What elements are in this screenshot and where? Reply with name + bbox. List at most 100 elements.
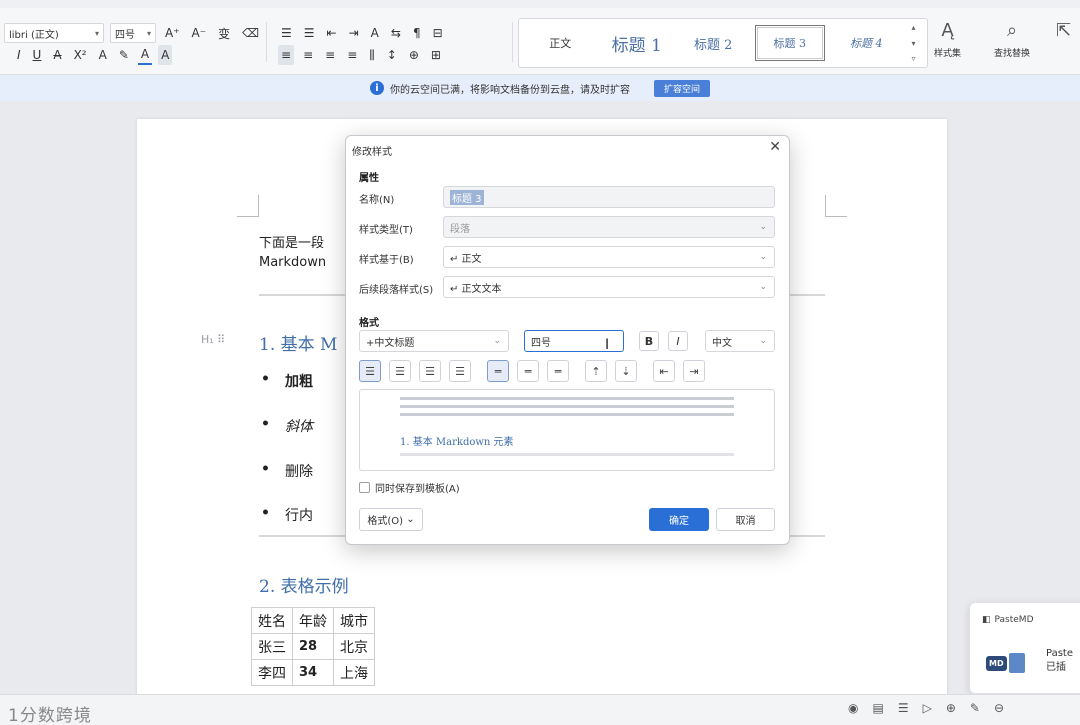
text-direction-button[interactable]: A [368, 23, 382, 43]
format-menu-button[interactable]: 格式(O) ⌄ [359, 508, 423, 531]
close-icon[interactable]: ✕ [769, 139, 781, 155]
indent-icon: ⇥ [689, 364, 699, 378]
italic-button[interactable]: I [14, 45, 24, 65]
heading-table-example: 2. 表格示例 [259, 577, 349, 597]
highlight-button[interactable]: ✎ [116, 45, 132, 65]
outline-view-icon[interactable]: ☰ [898, 701, 909, 715]
font-name-select[interactable]: libri (正文) ▾ [4, 23, 104, 43]
pen-icon[interactable]: ✎ [970, 701, 980, 715]
style-heading-4[interactable]: 标题 4 [831, 25, 902, 61]
text-effect-button[interactable]: A [96, 45, 110, 65]
status-bar: 1分数跨境 ◉ ▤ ☰ ▷ ⊕ ✎ ⊖ [0, 694, 1080, 725]
style-heading-3[interactable]: 标题 3 [754, 25, 825, 61]
line-spacing-button[interactable]: ↕ [384, 45, 400, 65]
grow-font-button[interactable]: A⁺ [162, 23, 183, 43]
based-on-select[interactable]: ↵ 正文 ⌄ [443, 246, 775, 268]
justify-button[interactable]: ≡ [344, 45, 360, 65]
style-set-button[interactable]: Ą 样式集 [934, 20, 961, 59]
font-size-select[interactable]: 四号 ▾ [110, 23, 156, 43]
bold-button[interactable]: B [639, 331, 659, 351]
heading-drag-handle[interactable]: H₁ ⠿ [201, 333, 225, 346]
align-left-button[interactable]: ☰ [359, 360, 381, 382]
format-font-select[interactable]: +中文标题 ⌄ [359, 330, 509, 352]
align-center-button[interactable]: ≡ [300, 45, 316, 65]
checkbox-box[interactable] [359, 482, 370, 493]
numbered-list-button[interactable]: ☰ [301, 23, 318, 43]
next-style-select[interactable]: ↵ 正文文本 ⌄ [443, 276, 775, 298]
shading-button[interactable]: ⊕ [406, 45, 422, 65]
strikethrough-button[interactable]: A [50, 45, 64, 65]
space-after-button[interactable]: ⇣ [615, 360, 637, 382]
increase-indent-button[interactable]: ⇥ [683, 360, 705, 382]
language-select[interactable]: 中文 ⌄ [705, 330, 775, 352]
style-heading-2[interactable]: 标题 2 [678, 25, 749, 61]
cancel-button[interactable]: 取消 [716, 508, 775, 531]
pastemd-notification[interactable]: ◧ PasteMD MD Paste 已插 [969, 602, 1080, 694]
decrease-indent-button[interactable]: ⇤ [324, 23, 340, 43]
font-color-button[interactable]: A [137, 45, 153, 65]
increase-indent-button[interactable]: ⇥ [346, 23, 362, 43]
page-view-icon[interactable]: ▤ [872, 701, 883, 715]
style-normal[interactable]: 正文 [525, 25, 596, 61]
char-shading-button[interactable]: A [158, 45, 173, 65]
web-view-icon[interactable]: ⊕ [946, 701, 956, 715]
shrink-font-button[interactable]: A⁻ [189, 23, 210, 43]
decrease-indent-button[interactable]: ⇤ [653, 360, 675, 382]
show-marks-button[interactable]: ¶ [410, 23, 424, 43]
sort-button[interactable]: ⇆ [388, 23, 404, 43]
align-right-button[interactable]: ☰ [419, 360, 441, 382]
section-properties: 属性 [359, 173, 379, 184]
expand-icon[interactable]: ▿ [912, 54, 922, 63]
align-center-button[interactable]: ☰ [389, 360, 411, 382]
play-icon[interactable]: ▷ [923, 701, 932, 715]
align-left-button[interactable]: ≡ [278, 45, 295, 65]
distribute-button[interactable]: ⫼ [366, 45, 378, 65]
table-cell[interactable]: 李四 [251, 659, 293, 686]
table-cell[interactable]: 张三 [251, 633, 293, 660]
pastemd-logo: MD [986, 649, 1030, 677]
status-icons: ◉ ▤ ☰ ▷ ⊕ ✎ ⊖ [848, 701, 1004, 715]
ribbon-separator [266, 22, 267, 62]
table-cell[interactable]: 28 [292, 633, 334, 660]
chevron-up-icon[interactable]: ▴ [912, 23, 922, 32]
save-to-template-checkbox[interactable]: 同时保存到模板(A) [359, 480, 460, 495]
table-row: 姓名 年龄 城市 [251, 607, 375, 634]
table-border-button[interactable]: ⊟ [430, 23, 446, 43]
change-case-button[interactable]: 变 [215, 23, 233, 43]
find-replace-button[interactable]: ⌕ 查找替换 [994, 20, 1030, 59]
one-half-spacing-button[interactable]: ═ [517, 360, 539, 382]
space-before-button[interactable]: ⇡ [585, 360, 607, 382]
justify-button[interactable]: ☰ [449, 360, 471, 382]
ok-button[interactable]: 确定 [649, 508, 709, 531]
clear-format-button[interactable]: ⌫ [239, 23, 262, 43]
table-header-cell[interactable]: 姓名 [251, 607, 293, 634]
table-cell[interactable]: 34 [292, 659, 334, 686]
table-cell[interactable]: 北京 [333, 633, 375, 660]
chevron-down-icon: ⌄ [759, 222, 767, 232]
eye-icon[interactable]: ◉ [848, 701, 858, 715]
doc-table[interactable]: 姓名 年龄 城市 张三 28 北京 李四 34 上海 [251, 607, 375, 686]
borders-button[interactable]: ⊞ [428, 45, 444, 65]
chevron-down-icon: ⌄ [493, 336, 501, 346]
select-button[interactable]: ⇱ [1056, 20, 1071, 42]
table-row: 张三 28 北京 [251, 633, 375, 660]
table-header-cell[interactable]: 城市 [333, 607, 375, 634]
style-name-input[interactable]: 标题 3 [443, 186, 775, 208]
cloud-storage-notice: i 你的云空间已满，将影响文档备份到云盘，请及时扩容 扩容空间 [0, 75, 1080, 101]
expand-storage-button[interactable]: 扩容空间 [653, 79, 710, 97]
table-header-cell[interactable]: 年龄 [292, 607, 334, 634]
superscript-button[interactable]: X² [71, 45, 90, 65]
chevron-down-icon[interactable]: ▾ [912, 39, 922, 48]
single-spacing-button[interactable]: ═ [487, 360, 509, 382]
table-cell[interactable]: 上海 [333, 659, 375, 686]
gallery-scroll[interactable]: ▴ ▾ ▿ [912, 23, 922, 63]
double-spacing-button[interactable]: ═ [547, 360, 569, 382]
italic-button[interactable]: I [668, 331, 688, 351]
bullet-list-button[interactable]: ☰ [278, 23, 295, 43]
zoom-icon[interactable]: ⊖ [994, 701, 1004, 715]
underline-button[interactable]: U [30, 45, 45, 65]
style-preview: 1. 基本 Markdown 元素 [359, 389, 775, 471]
style-heading-1[interactable]: 标题 1 [602, 25, 673, 61]
text-cursor-icon: I [605, 337, 610, 353]
align-right-button[interactable]: ≡ [322, 45, 338, 65]
